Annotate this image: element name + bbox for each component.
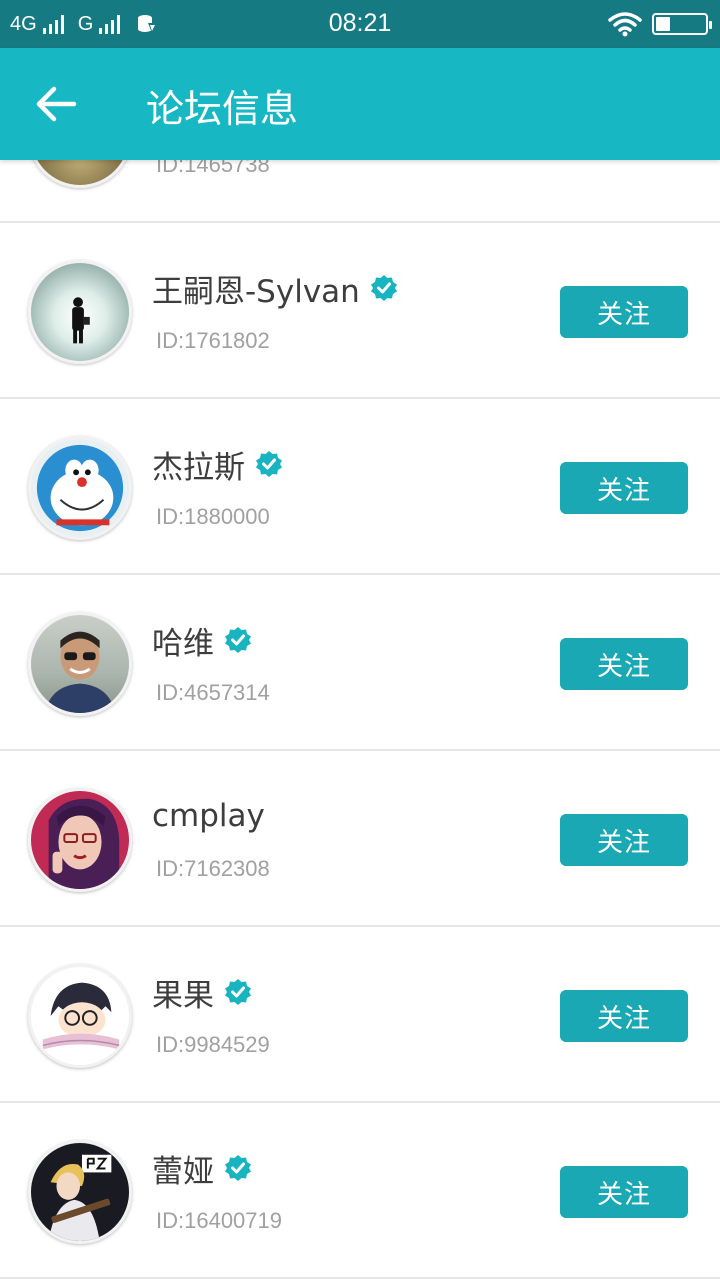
user-id: ID:4657314 — [156, 680, 270, 705]
user-name: 果果 — [152, 972, 252, 1014]
list-item[interactable]: 果果 ID:9984529 关注 — [0, 928, 720, 1103]
avatar — [28, 612, 132, 716]
follow-button[interactable]: 关注 — [560, 286, 688, 338]
user-name-text: 果果 — [152, 977, 214, 1014]
user-name-text: 杰拉斯 — [152, 449, 245, 486]
follow-button[interactable]: 关注 — [560, 638, 688, 690]
user-name: 杰拉斯 — [152, 444, 283, 486]
status-icons: ⚡ — [608, 10, 712, 38]
follow-button[interactable]: 关注 — [560, 814, 688, 866]
user-name: 蕾娅 — [152, 1148, 252, 1190]
user-name: 哈维 — [152, 620, 252, 662]
user-name-text: cmplay — [152, 798, 265, 834]
verified-badge-icon — [225, 1155, 251, 1181]
list-item[interactable]: 王嗣恩-Sylvan ID:1761802 关注 — [0, 224, 720, 399]
page-title: 论坛信息 — [146, 87, 299, 131]
wifi-icon — [608, 12, 642, 37]
list-item[interactable]: 杰拉斯 ID:1880000 关注 — [0, 400, 720, 575]
back-arrow-icon[interactable] — [34, 84, 78, 124]
verified-badge-icon — [225, 979, 251, 1005]
avatar — [28, 436, 132, 540]
verified-badge-icon — [370, 275, 397, 301]
list-item[interactable]: 哈维 ID:4657314 关注 — [0, 576, 720, 751]
app-bar: 论坛信息 — [0, 48, 720, 160]
user-name-text: 哈维 — [152, 625, 214, 662]
charging-bolt-icon: ⚡ — [675, 16, 685, 32]
list-item[interactable]: 蕾娅 ID:16400719 关注 — [0, 1104, 720, 1279]
battery-icon: ⚡ — [652, 13, 712, 35]
avatar — [28, 964, 132, 1068]
user-name-text: 王嗣恩-Sylvan — [152, 273, 360, 310]
list-item[interactable]: cmplay ID:7162308 关注 — [0, 752, 720, 927]
avatar — [28, 1140, 132, 1244]
verified-badge-icon — [256, 451, 282, 477]
user-id: ID:16400719 — [156, 1208, 282, 1233]
user-id: ID:1880000 — [156, 504, 270, 529]
follow-button[interactable]: 关注 — [560, 462, 688, 514]
follow-button[interactable]: 关注 — [560, 990, 688, 1042]
avatar — [28, 788, 132, 892]
status-bar: 4G G 08:21 ⚡ — [0, 0, 720, 48]
verified-badge-icon — [225, 627, 251, 653]
user-name: cmplay — [152, 796, 265, 836]
user-id: ID:1761802 — [156, 328, 270, 353]
avatar — [28, 260, 132, 364]
user-id: ID:7162308 — [156, 856, 270, 881]
user-id: ID:9984529 — [156, 1032, 270, 1057]
user-name-text: 蕾娅 — [152, 1153, 214, 1190]
user-name: 王嗣恩-Sylvan — [152, 268, 398, 310]
follow-button[interactable]: 关注 — [560, 1166, 688, 1218]
